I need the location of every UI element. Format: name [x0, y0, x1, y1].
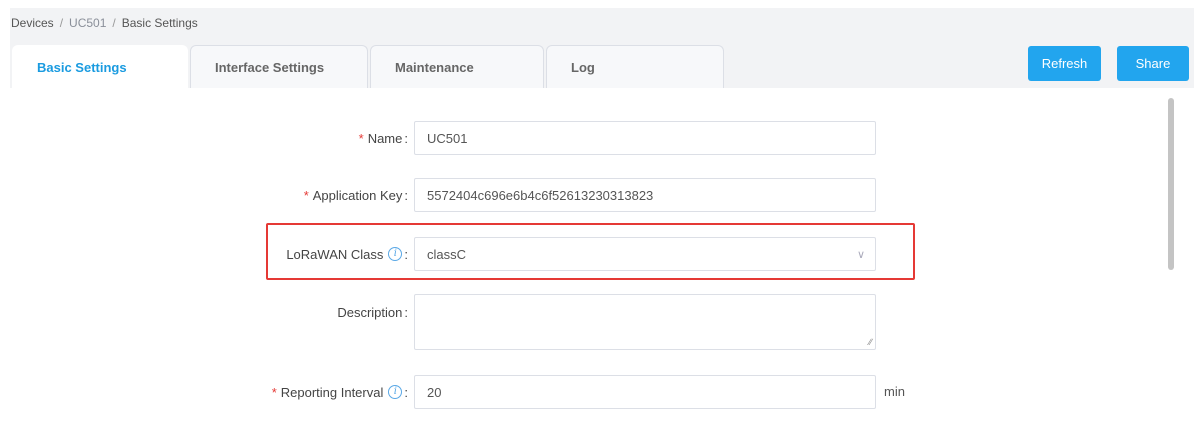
application-key-label: * Application Key:: [303, 187, 408, 203]
application-key-field[interactable]: 5572404c696e6b4c6f52613230313823: [414, 178, 876, 212]
required-marker: *: [271, 384, 277, 400]
required-marker: *: [358, 130, 364, 146]
tab-basic-settings[interactable]: Basic Settings: [12, 45, 188, 88]
name-label: * Name:: [358, 130, 408, 146]
breadcrumb-separator: /: [59, 16, 64, 30]
resize-handle-icon[interactable]: ∕∕: [869, 338, 872, 347]
description-label: Description:: [337, 304, 408, 320]
breadcrumb-current: Basic Settings: [121, 16, 198, 30]
breadcrumb: Devices / UC501 / Basic Settings: [11, 16, 198, 30]
scrollbar-thumb[interactable]: [1168, 98, 1174, 270]
description-textarea[interactable]: ∕∕: [414, 294, 876, 350]
breadcrumb-separator: /: [112, 16, 116, 30]
reporting-interval-unit: min: [884, 384, 905, 399]
required-marker: *: [303, 187, 309, 203]
tab-maintenance[interactable]: Maintenance: [370, 45, 544, 88]
reporting-interval-field[interactable]: 20: [414, 375, 876, 409]
breadcrumb-device[interactable]: UC501: [69, 16, 106, 30]
share-button[interactable]: Share: [1117, 46, 1189, 81]
refresh-button[interactable]: Refresh: [1028, 46, 1101, 81]
tab-interface-settings[interactable]: Interface Settings: [190, 45, 368, 88]
tab-log[interactable]: Log: [546, 45, 724, 88]
name-field[interactable]: UC501: [414, 121, 876, 155]
info-icon[interactable]: i: [388, 385, 403, 399]
tab-bar: Basic Settings Interface Settings Mainte…: [12, 45, 726, 88]
reporting-interval-label: * Reporting Interval i:: [271, 384, 408, 400]
highlight-box: [266, 223, 915, 280]
breadcrumb-devices[interactable]: Devices: [11, 16, 54, 30]
